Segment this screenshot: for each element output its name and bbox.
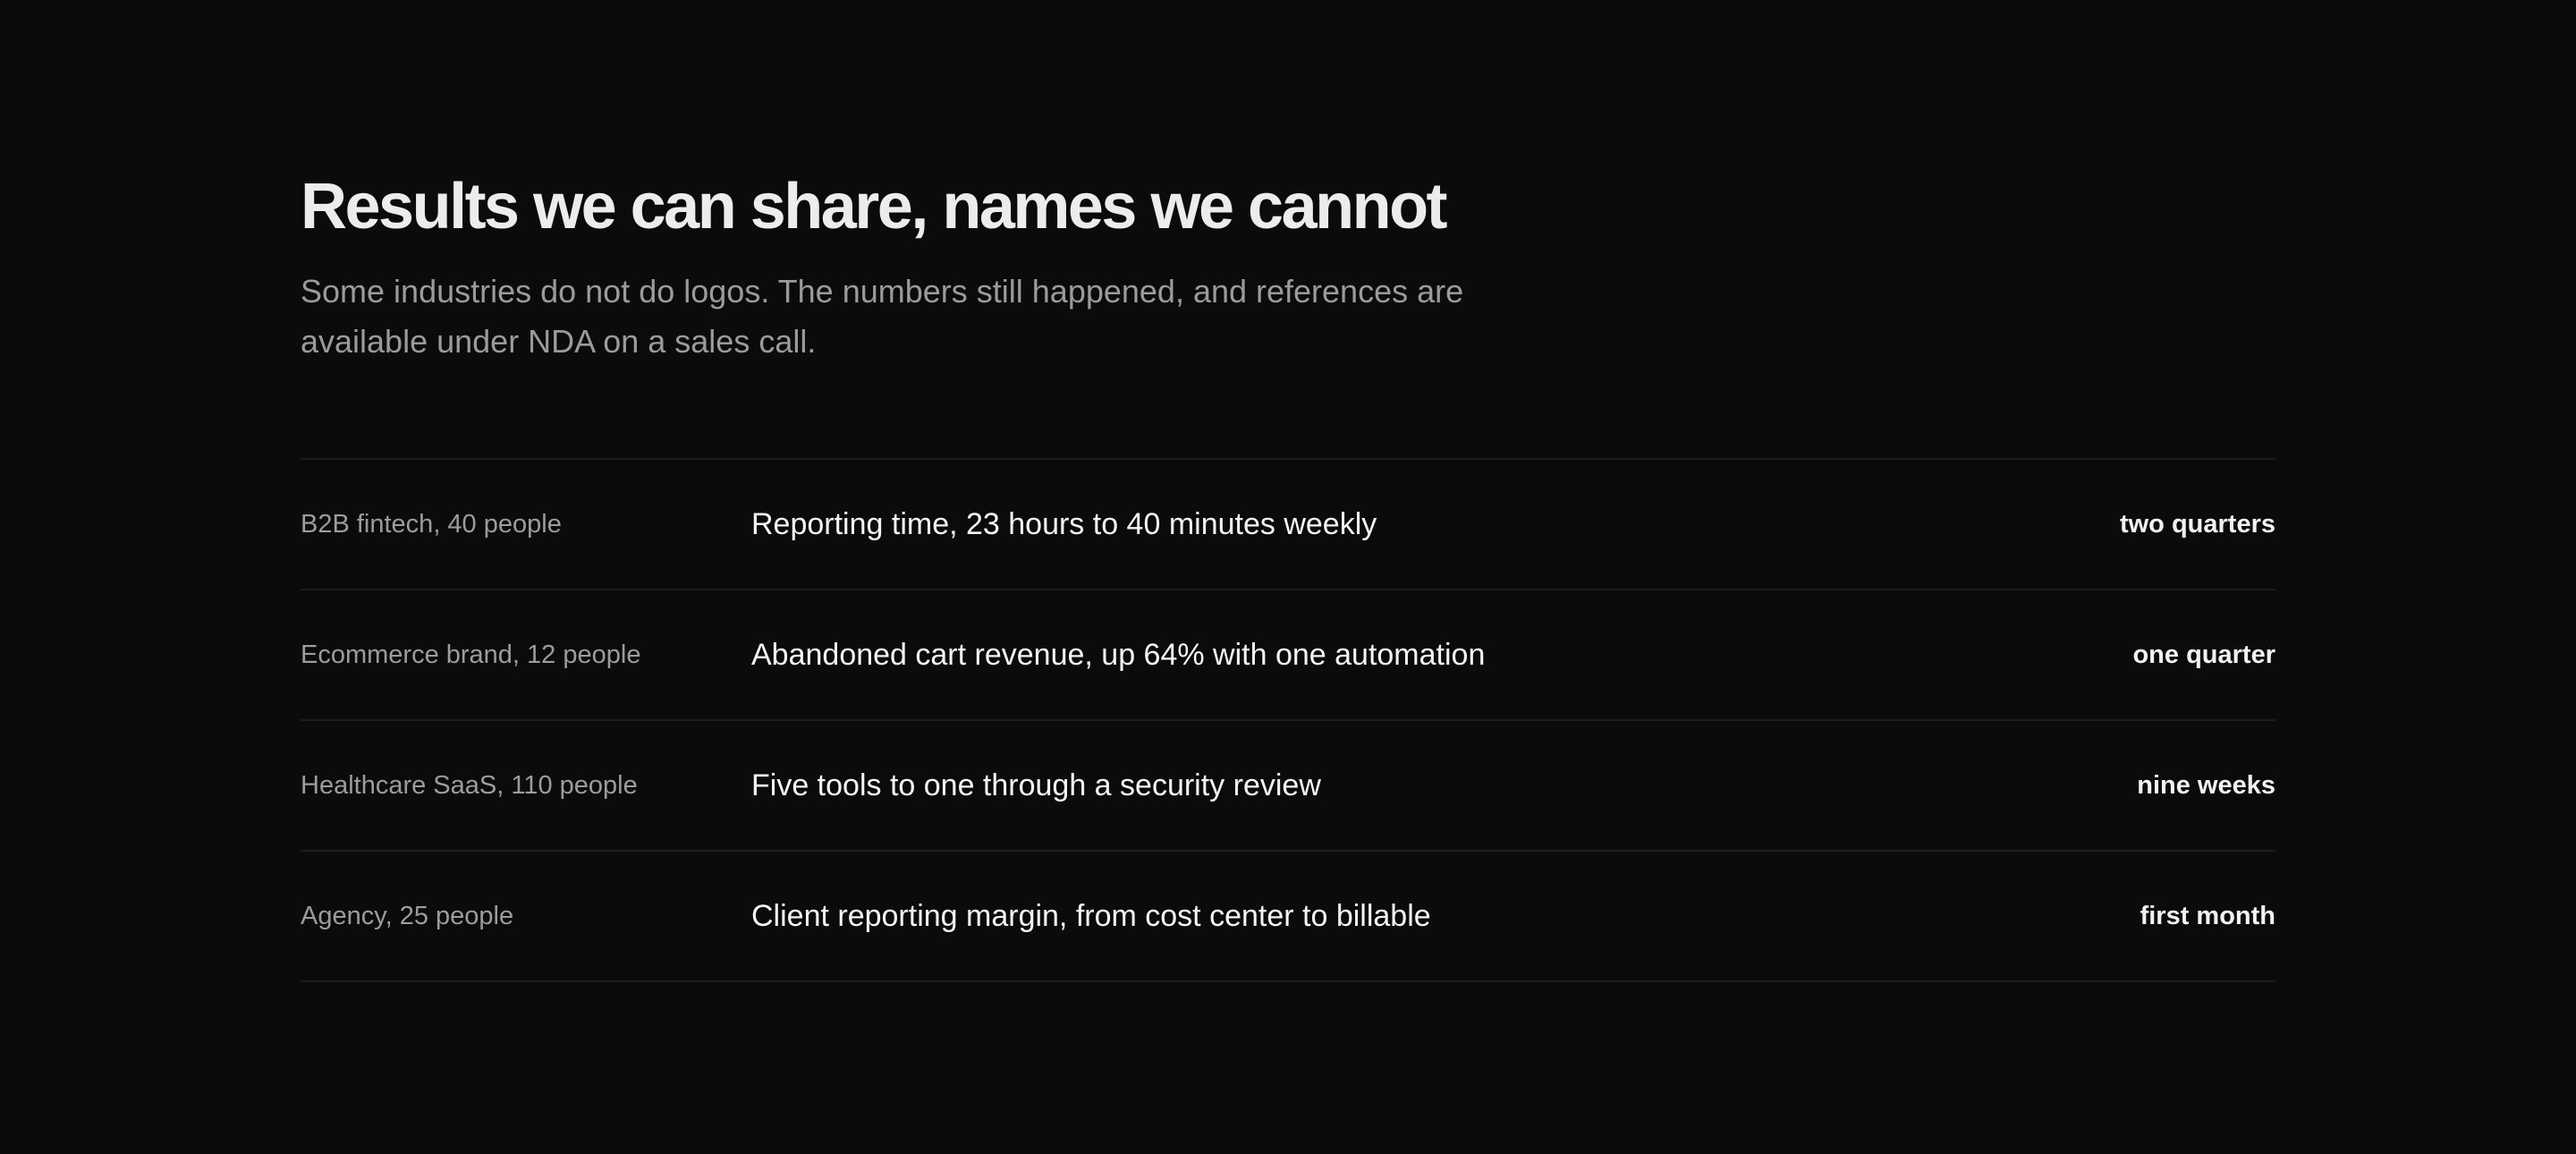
results-list: B2B fintech, 40 people Reporting time, 2… bbox=[301, 458, 2275, 982]
result-row: B2B fintech, 40 people Reporting time, 2… bbox=[301, 460, 2275, 590]
result-outcome: Client reporting margin, from cost cente… bbox=[751, 898, 1431, 933]
result-timeline: nine weeks bbox=[2137, 770, 2275, 800]
section-subtitle: Some industries do not do logos. The num… bbox=[301, 273, 1464, 360]
result-outcome: Abandoned cart revenue, up 64% with one … bbox=[751, 637, 1486, 672]
section-title: Results we can share, names we cannot bbox=[301, 171, 1448, 242]
result-company: Ecommerce brand, 12 people bbox=[301, 640, 641, 669]
result-row: Agency, 25 people Client reporting margi… bbox=[301, 852, 2275, 982]
result-company: B2B fintech, 40 people bbox=[301, 509, 562, 539]
result-row: Ecommerce brand, 12 people Abandoned car… bbox=[301, 590, 2275, 721]
result-timeline: one quarter bbox=[2132, 640, 2275, 669]
result-outcome: Reporting time, 23 hours to 40 minutes w… bbox=[751, 506, 1377, 541]
result-outcome: Five tools to one through a security rev… bbox=[751, 768, 1321, 802]
result-timeline: first month bbox=[2140, 901, 2275, 930]
result-timeline: two quarters bbox=[2119, 509, 2275, 539]
results-section: Results we can share, names we cannot So… bbox=[301, 166, 2275, 982]
result-company: Healthcare SaaS, 110 people bbox=[301, 770, 638, 800]
result-company: Agency, 25 people bbox=[301, 901, 514, 930]
result-row: Healthcare SaaS, 110 people Five tools t… bbox=[301, 721, 2275, 852]
